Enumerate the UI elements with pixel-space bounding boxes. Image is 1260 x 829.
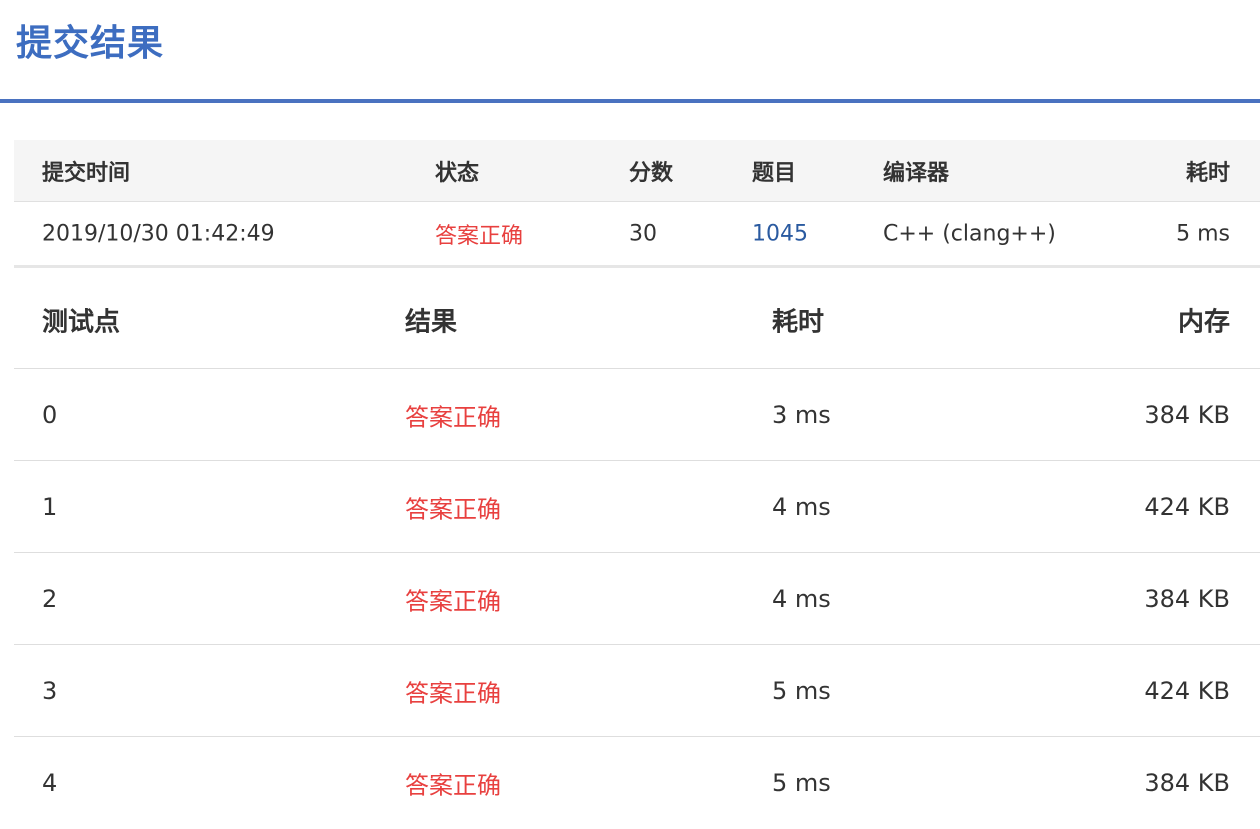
table-row: 0 答案正确 3 ms 384 KB: [14, 369, 1260, 461]
compiler: C++ (clang++): [883, 221, 1056, 246]
page-header: 提交结果: [0, 0, 1260, 104]
test-case-result: 答案正确: [405, 771, 501, 800]
test-case-memory: 384 KB: [1144, 584, 1230, 613]
status-accepted: 答案正确: [435, 223, 524, 249]
test-case-memory: 424 KB: [1144, 492, 1230, 521]
test-case-time: 4 ms: [772, 492, 831, 521]
test-cases-table: 测试点 结果 耗时 内存 0 答案正确 3 ms 384 KB 1 答案正确 4…: [14, 271, 1260, 829]
test-case-result: 答案正确: [405, 587, 501, 615]
submission-summary-table: 提交时间 状态 分数 题目 编译器 耗时 2019/10/30 01:42:49…: [14, 140, 1260, 268]
test-case-time: 5 ms: [772, 769, 831, 797]
test-case-result: 答案正确: [405, 679, 501, 707]
summary-row: 2019/10/30 01:42:49 答案正确 30 1045 C++ (cl…: [14, 202, 1260, 268]
test-case-time: 3 ms: [772, 400, 831, 429]
table-row: 4 答案正确 5 ms 384 KB: [14, 737, 1260, 829]
table-row: 1 答案正确 4 ms 424 KB: [14, 461, 1260, 553]
test-case-id: 2: [42, 584, 58, 613]
test-case-id: 3: [42, 676, 58, 705]
test-case-memory: 424 KB: [1144, 676, 1230, 705]
test-case-id: 1: [42, 492, 58, 521]
test-case-time: 5 ms: [772, 676, 831, 705]
problem-link[interactable]: 1045: [752, 221, 808, 246]
header-status: 状态: [435, 160, 480, 186]
header-score: 分数: [629, 160, 674, 186]
submit-time: 2019/10/30 01:42:49: [42, 221, 275, 246]
header-test-case: 测试点: [42, 307, 121, 337]
header-elapsed: 耗时: [1185, 160, 1230, 186]
page-title: 提交结果: [16, 23, 165, 64]
summary-header-row: 提交时间 状态 分数 题目 编译器 耗时: [14, 140, 1260, 202]
header-compiler: 编译器: [883, 160, 950, 186]
test-case-result: 答案正确: [405, 403, 501, 431]
test-case-memory: 384 KB: [1144, 400, 1230, 429]
header-memory: 内存: [1177, 307, 1230, 337]
test-case-id: 4: [42, 769, 58, 797]
test-case-time: 4 ms: [772, 584, 831, 613]
test-case-id: 0: [42, 400, 58, 429]
test-case-result: 答案正确: [405, 495, 501, 523]
header-time: 耗时: [772, 307, 825, 337]
test-case-memory: 384 KB: [1144, 769, 1230, 797]
table-row: 3 答案正确 5 ms 424 KB: [14, 645, 1260, 737]
cases-header-row: 测试点 结果 耗时 内存: [14, 271, 1260, 369]
header-submit-time: 提交时间: [42, 160, 131, 186]
table-row: 2 答案正确 4 ms 384 KB: [14, 553, 1260, 645]
score: 30: [629, 221, 657, 246]
header-problem: 题目: [752, 160, 797, 186]
elapsed-time: 5 ms: [1176, 221, 1230, 246]
header-divider: [0, 99, 1260, 103]
header-result: 结果: [405, 307, 458, 337]
